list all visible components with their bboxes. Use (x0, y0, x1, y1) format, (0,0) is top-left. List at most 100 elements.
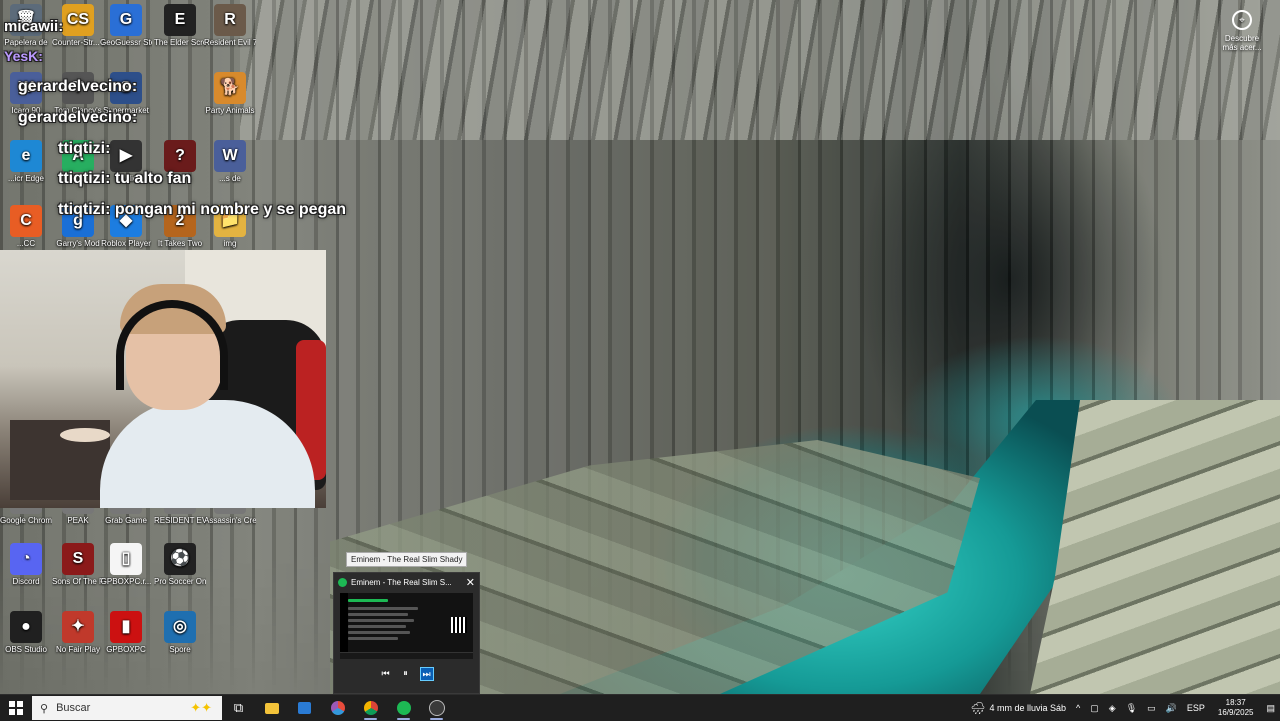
desktop-icon-party[interactable]: 🐕 Party Animals (204, 72, 256, 116)
pause-button[interactable]: ⏸ (400, 667, 412, 679)
chat-line: ttiqtizi: tu alto fan (58, 170, 192, 187)
spore-icon: ◎ (164, 611, 196, 643)
volume-icon[interactable]: 🔊 (1166, 703, 1177, 714)
desktop-icon-label: Discord (12, 577, 40, 586)
gpboxpc-icon: ▮ (110, 611, 142, 643)
search-placeholder: Buscar (56, 702, 91, 714)
desktop-icon-label: Counter-Str... 2 (52, 38, 104, 47)
spotify-button[interactable] (387, 695, 420, 721)
weather-text: 4 mm de lluvia Sáb (989, 703, 1067, 713)
cs-icon: CS (62, 4, 94, 36)
chat-line: gerardelvecino: (18, 109, 138, 126)
desktop-icon-cc[interactable]: C ...CC (0, 205, 52, 249)
search-highlight-icon: ✦✦ (190, 700, 212, 715)
thumbnail-title: Eminem - The Real Slim S... (351, 577, 452, 587)
clock[interactable]: 18:37 16/9/2025 (1218, 698, 1254, 718)
desktop-icon-label: OBS Studio (5, 645, 47, 654)
desktop-icon-label: Google Chrome (0, 516, 52, 525)
desktop-icon-label: GPBOXPC.r... (100, 577, 152, 586)
previous-track-button[interactable]: ⏮ (380, 667, 392, 679)
chat-line: ttiqtizi: (58, 140, 111, 157)
desktop-icon-label: PEAK (67, 516, 89, 525)
store-button[interactable] (288, 695, 321, 721)
elderscrolls-icon: E (164, 4, 196, 36)
desktop-icon-label: Assassin's Creed I (204, 516, 256, 525)
desktop-icon-label: ...CC (16, 239, 36, 248)
browser-button[interactable] (321, 695, 354, 721)
spotify-thumbnail[interactable]: Eminem - The Real Slim S... ✕ ⏮ ⏸ ⏭ (333, 572, 480, 694)
edge-icon: e (10, 140, 42, 172)
clock-time: 18:37 (1225, 698, 1246, 707)
chat-line: ttiqtizi: pongan mi nombre y se pegan (58, 201, 347, 218)
desktop-icon-label: Papelera de (4, 38, 48, 47)
desktop-icon-spore[interactable]: ◎ Spore (154, 611, 206, 655)
chevron-up-icon[interactable]: ^ (1076, 703, 1080, 713)
notifications-icon[interactable]: ▤ (1266, 703, 1275, 714)
chrome-button[interactable] (354, 695, 387, 721)
desktop-icon-prosoccer[interactable]: ⚽ Pro Soccer Online (154, 543, 206, 587)
clock-date: 16/9/2025 (1217, 708, 1254, 717)
camera-icon: ⌖ (1232, 10, 1252, 30)
desktop-icon-label: The Elder Scrolls ... (154, 38, 206, 47)
network-icon[interactable]: ▭ (1147, 703, 1156, 714)
desktop-icon-re7[interactable]: R Resident Evil 7 Biohazard (204, 4, 256, 48)
obs-icon (428, 700, 445, 716)
spotify-icon (338, 577, 347, 587)
cc-icon: C (10, 205, 42, 237)
game8-icon: ? (164, 140, 196, 172)
desktop-icon-label: Pro Soccer Online (154, 577, 206, 586)
task-view-icon: ⧉ (233, 700, 244, 715)
file-explorer-button[interactable] (255, 695, 288, 721)
studio-icon: ▶ (110, 140, 142, 172)
discord-icon: ◔ (10, 543, 42, 575)
next-track-button[interactable]: ⏭ (419, 667, 434, 681)
desktop-icon-label: No Fair Play (55, 645, 100, 654)
start-button[interactable] (0, 695, 32, 721)
taskbar: ⚲ Buscar ✦✦ ⧉ 🌧 4 mm de lluvia Sáb ^ ▢ ◈ … (0, 694, 1280, 721)
search-icon: ⚲ (40, 702, 49, 715)
task-view-button[interactable]: ⧉ (222, 695, 255, 721)
search-box[interactable]: ⚲ Buscar ✦✦ (32, 696, 222, 720)
window-icon[interactable]: ▢ (1090, 703, 1099, 714)
desktop-icon-nofairplay[interactable]: ✦ No Fair Play (52, 611, 104, 655)
language-indicator[interactable]: ESP (1187, 703, 1205, 713)
desktop-icon-label: ...icr Edge (7, 174, 44, 183)
thumbnail-preview[interactable] (340, 593, 473, 659)
nofairplay-icon: ✦ (62, 611, 94, 643)
desktop-icon-gamede[interactable]: W ...s de (204, 140, 256, 184)
rain-icon: 🌧 (970, 701, 986, 715)
microphone-icon[interactable]: 🎙 (1126, 703, 1137, 714)
shield-icon[interactable]: ◈ (1109, 703, 1116, 714)
geoguessr-icon: G (110, 4, 142, 36)
chrome-icon (363, 701, 378, 715)
desktop-icon-label: Spore (169, 645, 191, 654)
desktop-icon-gpboxpc[interactable]: ▮ GPBOXPC (100, 611, 152, 655)
chat-line: gerardelvecino: (18, 78, 138, 95)
discover-more-widget[interactable]: ⌖ Descubre más acer... (1220, 10, 1264, 52)
desktop-icon-discord[interactable]: ◔ Discord (0, 543, 52, 587)
desktop-icon-sonsforest[interactable]: S Sons Of The Forest (52, 543, 104, 587)
desktop-icon-gpboxpcr[interactable]: ▯ GPBOXPC.r... (100, 543, 152, 587)
desktop-icon-label: Sons Of The Forest (52, 577, 104, 586)
desktop-icon-edge[interactable]: e ...icr Edge (0, 140, 52, 184)
desktop-icon-obs[interactable]: ● OBS Studio (0, 611, 52, 655)
spotify-tooltip: Eminem - The Real Slim Shady (346, 552, 468, 567)
desktop-icon-label: ...s de (219, 174, 241, 183)
folder-icon (264, 702, 279, 714)
desktop-icon-elderscrolls[interactable]: E The Elder Scrolls ... (154, 4, 206, 48)
sonsforest-icon: S (62, 543, 94, 575)
desktop-icon-label: img (223, 239, 237, 248)
desktop-icon-label: Garry's Mod (56, 239, 100, 248)
desktop-icon-geoguessr[interactable]: G GeoGuessr Steam E... (100, 4, 152, 48)
weather-widget[interactable]: 🌧 4 mm de lluvia Sáb (970, 701, 1066, 715)
desktop-icon-label: It Takes Two (157, 239, 203, 248)
re7-icon: R (214, 4, 246, 36)
chat-line: YesK: (4, 48, 43, 64)
discover-label: Descubre más acer... (1222, 34, 1262, 52)
close-icon[interactable]: ✕ (466, 576, 475, 589)
prosoccer-icon: ⚽ (164, 543, 196, 575)
store-icon (298, 702, 311, 714)
spotify-icon (396, 701, 411, 715)
obs-button[interactable] (420, 695, 453, 721)
desktop-icon-label: RESIDENT EVIL 2 (154, 516, 206, 525)
